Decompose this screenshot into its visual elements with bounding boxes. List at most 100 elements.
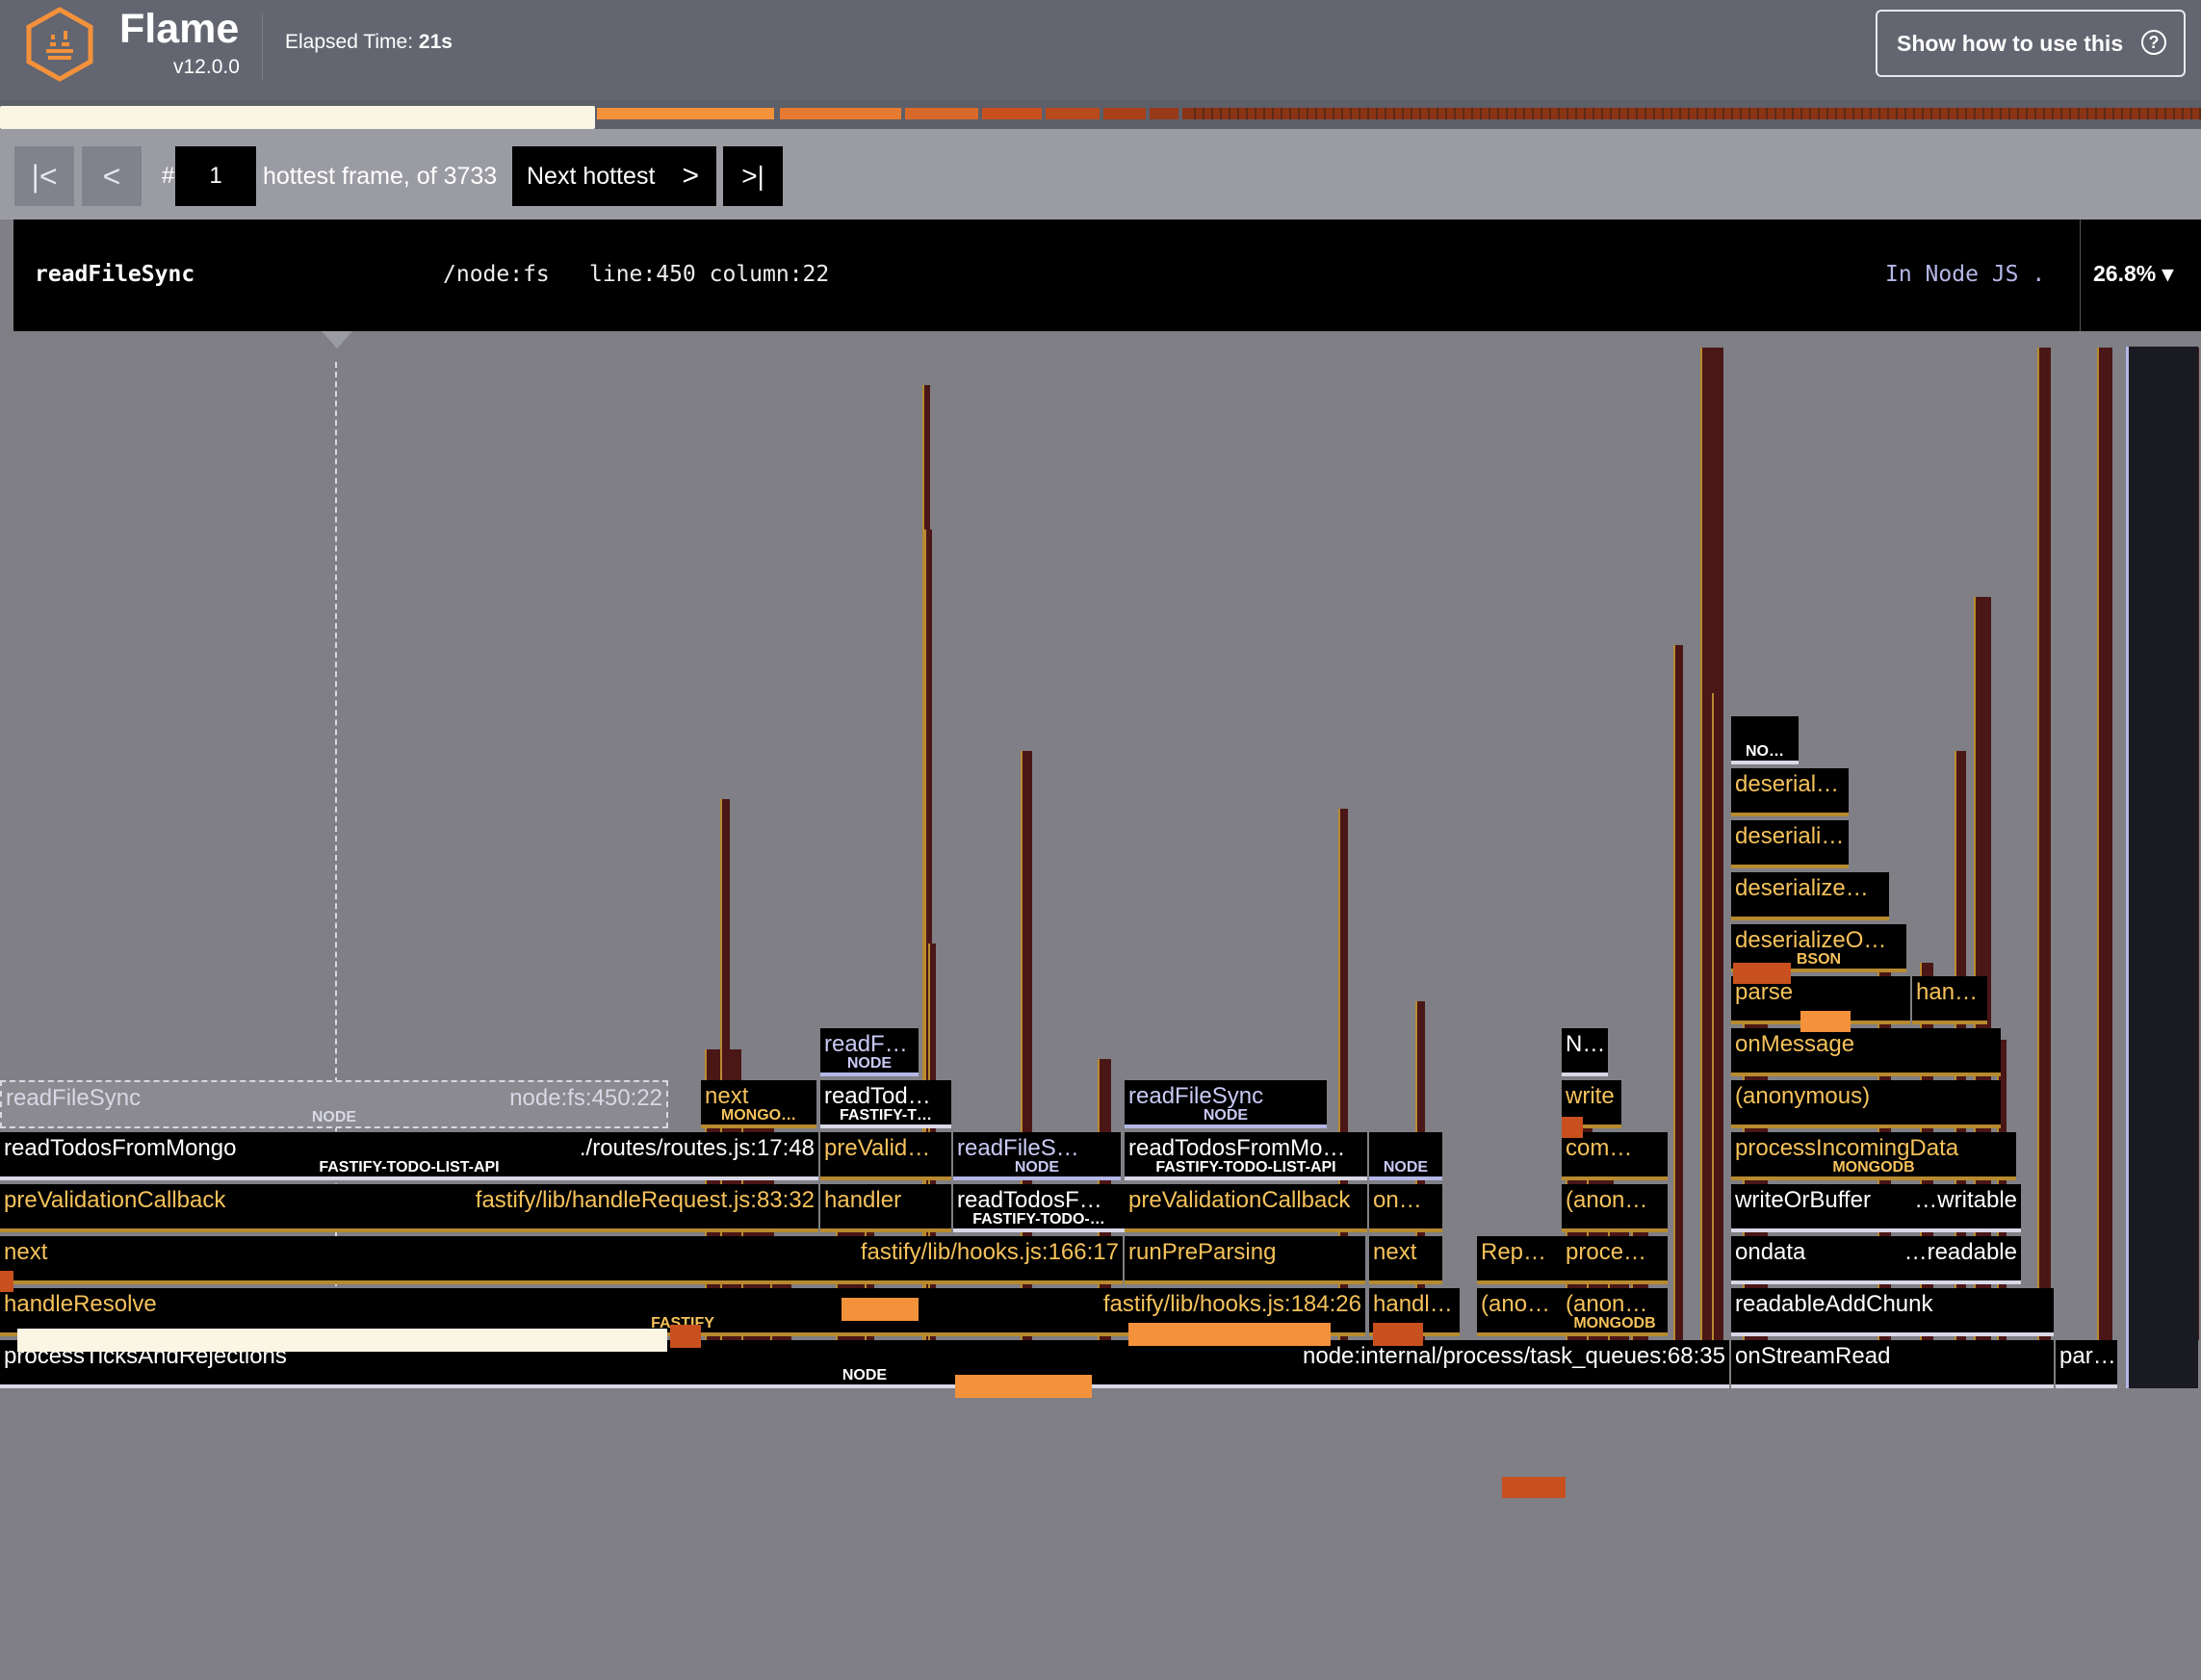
frame-name: next xyxy=(705,1083,749,1109)
flame-frame[interactable]: com… xyxy=(1562,1132,1668,1180)
minimap-tick xyxy=(1679,108,1681,119)
flame-frame[interactable]: readFileSync node:fs:450:22 NODE xyxy=(0,1080,668,1128)
minimap-tick xyxy=(2017,108,2019,119)
info-divider xyxy=(2080,220,2081,331)
chevron-left-icon: < xyxy=(102,159,121,194)
flame-frame[interactable]: readFileSync NODE xyxy=(1125,1080,1327,1128)
selected-frame-percent[interactable]: 26.8% ▾ xyxy=(2093,261,2173,287)
skip-to-last-icon: >| xyxy=(741,161,764,191)
minimap-tick xyxy=(1731,108,1733,119)
show-help-button[interactable]: Show how to use this ? xyxy=(1876,10,2186,77)
flame-frame[interactable]: deseriali… xyxy=(1731,820,1849,868)
minimap-tick xyxy=(1558,108,1560,119)
flame-frame[interactable]: deserial… xyxy=(1731,768,1849,816)
minimap-tick xyxy=(1463,108,1464,119)
flame-frame[interactable]: preValidationCallback xyxy=(1125,1184,1367,1232)
flame-frame[interactable]: readFileS… NODE xyxy=(953,1132,1121,1180)
hot-frame-cap xyxy=(17,1329,667,1352)
minimap-tick xyxy=(1419,108,1421,119)
flame-frame[interactable]: (anonymous) xyxy=(1731,1080,2001,1128)
flame-graph[interactable]: processTicksAndRejections node:internal/p… xyxy=(0,347,2201,1680)
elapsed-label: Elapsed Time: xyxy=(285,31,414,53)
minimap-tick xyxy=(1610,108,1612,119)
flame-frame[interactable]: preValid… xyxy=(820,1132,951,1180)
flame-frame[interactable]: onStreamRead xyxy=(1731,1340,2054,1388)
flame-frame[interactable]: preValidationCallback fastify/lib/handleR… xyxy=(0,1184,818,1232)
hot-frame-cap xyxy=(955,1375,1092,1398)
flame-frame[interactable]: proce… xyxy=(1562,1236,1668,1284)
flame-frame[interactable]: onMessage xyxy=(1731,1028,2001,1076)
frame-name: readF… xyxy=(824,1031,908,1057)
flame-frame[interactable]: readTodosFromMo… FASTIFY-TODO-LIST-API xyxy=(1125,1132,1367,1180)
frame-number-input[interactable]: 1 xyxy=(175,146,256,206)
flame-frame[interactable]: runPreParsing xyxy=(1125,1236,1365,1284)
flame-frame[interactable]: next xyxy=(1369,1236,1442,1284)
minimap-tick xyxy=(1324,108,1326,119)
frame-hash: # xyxy=(162,163,175,189)
minimap-segment xyxy=(1182,108,2201,119)
flame-frame[interactable]: NO… xyxy=(1731,716,1799,764)
flame-frame[interactable]: processIncomingData MONGODB xyxy=(1731,1132,2016,1180)
flame-frame[interactable]: handler xyxy=(820,1184,951,1232)
minimap-tick xyxy=(1965,108,1967,119)
flame-frame[interactable]: readTodosFromMongo ./routes/routes.js:17:… xyxy=(0,1132,818,1180)
minimap-tick xyxy=(1315,108,1317,119)
minimap-tick xyxy=(1956,108,1958,119)
minimap-tick xyxy=(1411,108,1412,119)
flame-frame[interactable]: readF… NODE xyxy=(820,1028,919,1076)
frame-path: fastify/lib/hooks.js:166:17 xyxy=(860,1239,1119,1265)
minimap-tick xyxy=(1307,108,1308,119)
flame-spike xyxy=(1673,645,1683,1340)
minimap-tick xyxy=(1532,108,1534,119)
first-hottest-button[interactable]: |< xyxy=(14,146,74,206)
frame-name: preValidationCallback xyxy=(1128,1187,1351,1213)
frame-path: fastify/lib/hooks.js:184:26 xyxy=(1102,1291,1361,1317)
flame-frame[interactable]: han… xyxy=(1912,976,1987,1024)
minimap-tick xyxy=(1818,108,1820,119)
minimap-tick xyxy=(1263,108,1265,119)
flame-frame[interactable]: par… xyxy=(2056,1340,2117,1388)
minimap-tick xyxy=(1904,108,1906,119)
minimap-tick xyxy=(1437,108,1438,119)
flame-frame[interactable]: NODE xyxy=(1369,1132,1442,1180)
next-hottest-button[interactable]: Next hottest > xyxy=(512,146,716,206)
flame-frame[interactable]: (anon… MONGODB xyxy=(1562,1288,1668,1336)
frame-tag: NODE xyxy=(1014,1159,1060,1176)
frame-tag: FASTIFY-T… xyxy=(840,1107,932,1124)
flame-frame[interactable]: readTodosF… FASTIFY-TODO-… xyxy=(953,1184,1125,1232)
frame-name: (ano… xyxy=(1481,1291,1551,1317)
minimap-segment xyxy=(982,108,1042,119)
minimap-tick xyxy=(1913,108,1915,119)
last-hottest-button[interactable]: >| xyxy=(723,146,783,206)
flame-frame[interactable]: (anon… xyxy=(1562,1184,1668,1232)
previous-hottest-button[interactable]: < xyxy=(82,146,142,206)
flame-frame[interactable]: Rep… xyxy=(1477,1236,1562,1284)
flame-frame[interactable]: readTod… FASTIFY-T… xyxy=(820,1080,951,1128)
minimap-tick xyxy=(1774,108,1776,119)
hot-frame-cap xyxy=(1800,1011,1851,1032)
minimap-tick xyxy=(1662,108,1664,119)
flame-spike xyxy=(2126,347,2198,1388)
minimap-tick xyxy=(1471,108,1473,119)
minimap-tick xyxy=(1506,108,1508,119)
selected-frame-name: readFileSync xyxy=(35,262,195,287)
flame-frame[interactable]: (ano… xyxy=(1477,1288,1562,1336)
frame-name: N… xyxy=(1566,1031,1606,1057)
header-divider xyxy=(262,13,263,81)
flame-frame[interactable]: on… xyxy=(1369,1184,1442,1232)
flame-frame[interactable]: next MONGO… xyxy=(701,1080,816,1128)
flame-frame[interactable]: N… xyxy=(1562,1028,1608,1076)
frame-tag: MONGODB xyxy=(1573,1315,1656,1331)
flame-frame[interactable]: writeOrBuffer …writable xyxy=(1731,1184,2021,1232)
flame-frame[interactable]: readableAddChunk xyxy=(1731,1288,2054,1336)
minimap-tick xyxy=(1584,108,1586,119)
flame-frame[interactable]: next fastify/lib/hooks.js:166:17 xyxy=(0,1236,1123,1284)
frame-path: …writable xyxy=(1914,1187,2017,1213)
minimap-segment xyxy=(1150,108,1178,119)
minimap-tick xyxy=(2121,108,2123,119)
flame-frame[interactable]: deserialize… xyxy=(1731,872,1889,920)
hot-frame-cap xyxy=(842,1298,919,1321)
minimap-tick xyxy=(1515,108,1516,119)
flame-frame[interactable]: ondata …readable xyxy=(1731,1236,2021,1284)
minimap-tick xyxy=(1298,108,1300,119)
